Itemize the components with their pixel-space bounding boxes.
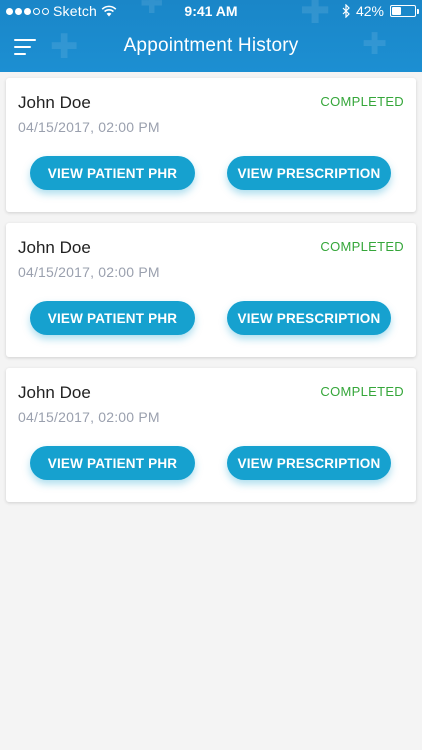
page-title: Appointment History xyxy=(123,35,299,56)
view-prescription-button[interactable]: VIEW PRESCRIPTION xyxy=(227,446,391,480)
view-patient-phr-button[interactable]: VIEW PATIENT PHR xyxy=(30,446,195,480)
patient-name: John Doe xyxy=(18,383,91,402)
patient-name: John Doe xyxy=(18,238,91,257)
status-badge: COMPLETED xyxy=(320,239,404,254)
appointment-card: John Doe 04/15/2017, 02:00 PM COMPLETED … xyxy=(6,368,416,502)
patient-name: John Doe xyxy=(18,93,91,112)
appointment-card: John Doe 04/15/2017, 02:00 PM COMPLETED … xyxy=(6,223,416,357)
status-right: 42% xyxy=(342,3,419,19)
bluetooth-icon xyxy=(342,4,350,18)
appointment-datetime: 04/15/2017, 02:00 PM xyxy=(18,264,160,280)
nav-bar: Appointment History xyxy=(0,22,422,72)
view-patient-phr-button[interactable]: VIEW PATIENT PHR xyxy=(30,301,195,335)
status-bar: Sketch 9:41 AM 42% xyxy=(0,0,422,22)
appointment-datetime: 04/15/2017, 02:00 PM xyxy=(18,119,160,135)
appointment-datetime: 04/15/2017, 02:00 PM xyxy=(18,409,160,425)
view-prescription-button[interactable]: VIEW PRESCRIPTION xyxy=(227,156,391,190)
status-badge: COMPLETED xyxy=(320,384,404,399)
status-badge: COMPLETED xyxy=(320,94,404,109)
battery-icon xyxy=(390,5,419,17)
battery-percentage: 42% xyxy=(355,3,384,19)
view-patient-phr-button[interactable]: VIEW PATIENT PHR xyxy=(30,156,195,190)
battery-level xyxy=(392,7,402,15)
app-header: ✚ ✚ ✚ ✚ Sketch 9:41 AM 42% Appointment H… xyxy=(0,0,422,72)
appointment-list: John Doe 04/15/2017, 02:00 PM COMPLETED … xyxy=(6,78,416,513)
appointment-card: John Doe 04/15/2017, 02:00 PM COMPLETED … xyxy=(6,78,416,212)
view-prescription-button[interactable]: VIEW PRESCRIPTION xyxy=(227,301,391,335)
